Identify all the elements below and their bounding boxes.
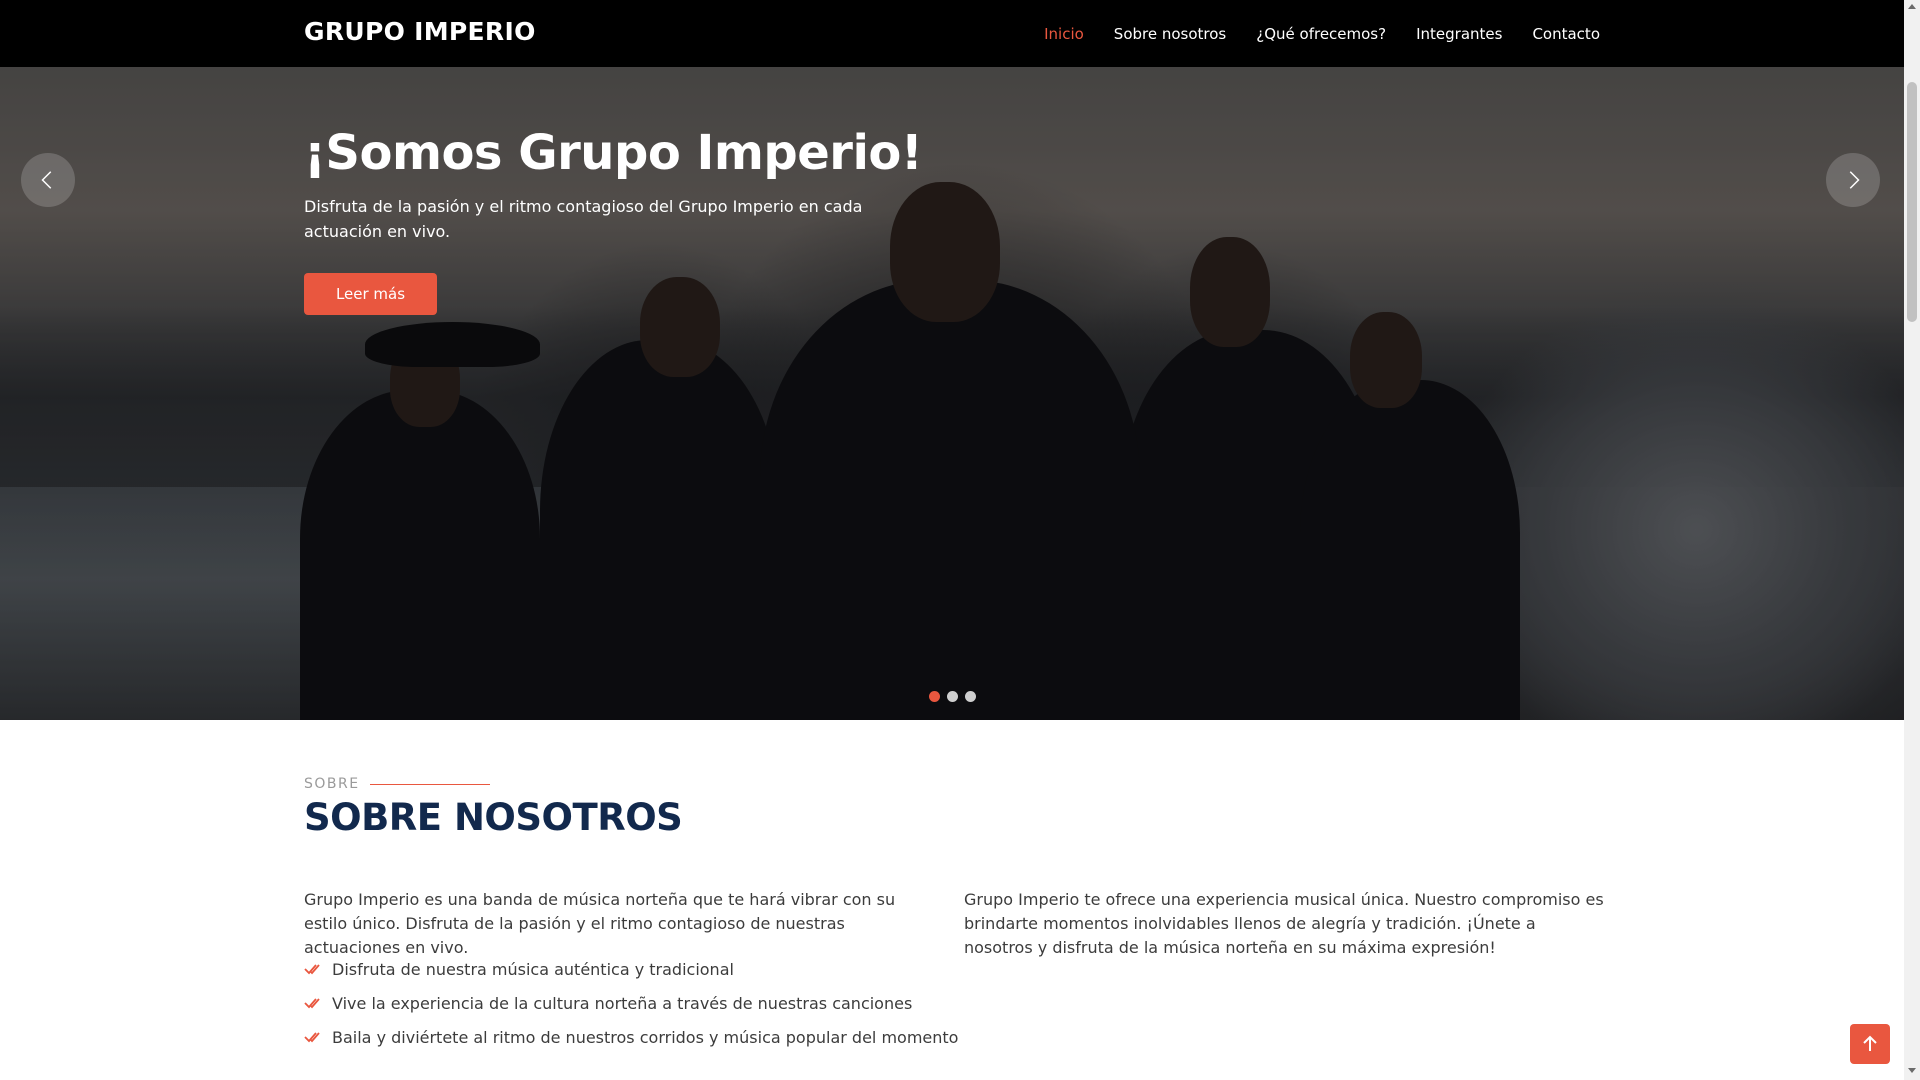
double-check-icon xyxy=(304,998,320,1009)
hero-subtitle: Disfruta de la pasión y el ritmo contagi… xyxy=(304,197,863,241)
carousel-next-button[interactable] xyxy=(1826,153,1880,207)
hero-carousel: ¡Somos Grupo Imperio! Disfruta de la pas… xyxy=(0,67,1904,720)
hero-overlay xyxy=(0,67,1904,720)
scroll-down-arrow-icon[interactable] xyxy=(1908,1068,1916,1073)
main-nav: Inicio Sobre nosotros ¿Qué ofrecemos? In… xyxy=(1014,0,1600,67)
carousel-dot-1[interactable] xyxy=(929,691,940,702)
nav-item-integrantes[interactable]: Integrantes xyxy=(1416,25,1502,43)
nav-item-sobre-nosotros[interactable]: Sobre nosotros xyxy=(1114,25,1226,43)
read-more-button[interactable]: Leer más xyxy=(304,273,437,315)
back-to-top-button[interactable] xyxy=(1850,1024,1890,1064)
hero-title: ¡Somos Grupo Imperio! xyxy=(304,125,923,181)
checklist-item: Vive la experiencia de la cultura norteñ… xyxy=(304,986,964,1020)
arrow-up-icon xyxy=(1863,1035,1877,1051)
nav-item-contacto[interactable]: Contacto xyxy=(1532,25,1600,43)
about-right-paragraph: Grupo Imperio te ofrece una experiencia … xyxy=(964,890,1604,957)
carousel-dot-3[interactable] xyxy=(965,691,976,702)
about-eyebrow: SOBRE xyxy=(304,776,490,792)
chevron-left-icon xyxy=(41,171,52,189)
double-check-icon xyxy=(304,1032,320,1043)
scrollbar-thumb[interactable] xyxy=(1907,82,1917,322)
carousel-dot-2[interactable] xyxy=(947,691,958,702)
eyebrow-divider xyxy=(369,783,490,785)
page-scrollbar[interactable] xyxy=(1904,0,1920,1080)
checklist-item: Disfruta de nuestra música auténtica y t… xyxy=(304,952,964,986)
carousel-prev-button[interactable] xyxy=(21,153,75,207)
about-title: SOBRE NOSOTROS xyxy=(304,796,683,839)
about-left-paragraph: Grupo Imperio es una banda de música nor… xyxy=(304,890,896,957)
double-check-icon xyxy=(304,964,320,975)
site-logo[interactable]: GRUPO IMPERIO xyxy=(304,17,536,46)
checklist-item-text: Baila y diviértete al ritmo de nuestros … xyxy=(332,1027,959,1047)
checklist-item-text: Vive la experiencia de la cultura norteñ… xyxy=(332,993,913,1013)
nav-item-que-ofrecemos[interactable]: ¿Qué ofrecemos? xyxy=(1256,25,1386,43)
nav-item-inicio[interactable]: Inicio xyxy=(1044,25,1084,43)
about-checklist: Disfruta de nuestra música auténtica y t… xyxy=(304,952,964,1054)
checklist-item-text: Disfruta de nuestra música auténtica y t… xyxy=(332,959,734,979)
scroll-up-arrow-icon[interactable] xyxy=(1908,4,1916,9)
checklist-item: Baila y diviértete al ritmo de nuestros … xyxy=(304,1020,964,1054)
about-eyebrow-label: SOBRE xyxy=(304,776,360,792)
site-header: GRUPO IMPERIO Inicio Sobre nosotros ¿Qué… xyxy=(0,0,1904,67)
chevron-right-icon xyxy=(1849,171,1860,189)
carousel-indicators xyxy=(929,691,976,702)
